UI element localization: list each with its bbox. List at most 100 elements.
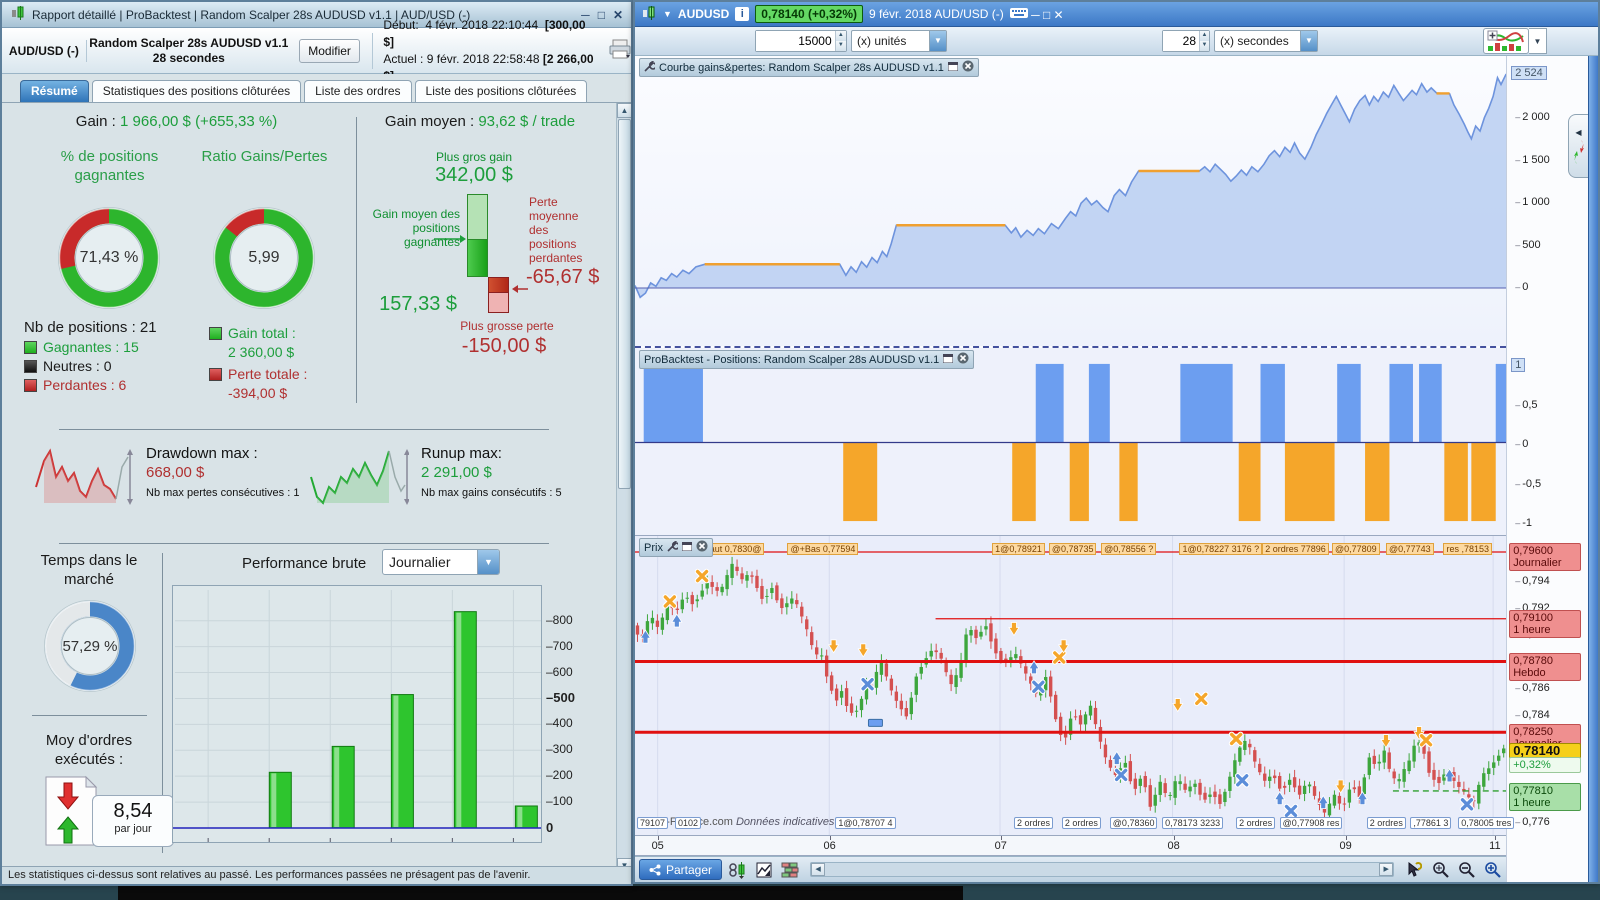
close-button[interactable]: ✕ bbox=[1054, 8, 1064, 22]
loss-total-swatch bbox=[209, 367, 222, 381]
price-level-label: 0,78780 Hebdo bbox=[1509, 652, 1582, 681]
scroll-up-icon[interactable]: ▲ bbox=[617, 103, 631, 118]
biggest-loss-value: -150,00 $ bbox=[461, 335, 547, 357]
avg-win-value: 157,33 $ bbox=[379, 293, 457, 315]
chart-style-icon[interactable] bbox=[754, 860, 774, 880]
sidebar-collapse-tab[interactable]: ◀ bbox=[1568, 114, 1588, 178]
units-select[interactable]: (x) unités ▼ bbox=[851, 30, 947, 53]
positions-panel-header[interactable]: ProBacktest - Positions: Random Scalper … bbox=[639, 350, 975, 369]
scroll-left-icon[interactable]: ◀ bbox=[811, 863, 826, 876]
chevron-down-icon[interactable]: ▼ bbox=[477, 550, 499, 574]
window-icon[interactable] bbox=[947, 61, 959, 74]
close-icon[interactable] bbox=[957, 352, 969, 367]
tab-resume[interactable]: Résumé bbox=[20, 80, 89, 102]
time-axis-label: 07 bbox=[994, 840, 1007, 852]
units-input-wrap[interactable]: ▲▼ bbox=[755, 30, 847, 53]
ratio-title: Ratio Gains/Pertes bbox=[201, 148, 328, 165]
positions-plot[interactable] bbox=[635, 348, 1507, 535]
zoom-out-icon[interactable] bbox=[1456, 860, 1476, 880]
tab-liste-positions[interactable]: Liste des positions clôturées bbox=[414, 80, 588, 102]
price-plot[interactable] bbox=[635, 536, 1507, 835]
avg-loss-value: -65,67 $ bbox=[526, 266, 600, 288]
price-panel[interactable]: Prix sJour : +Haut 0,7830@ @+Bas 0,77594 1… bbox=[635, 536, 1515, 836]
equity-panel-header[interactable]: Courbe gains&pertes: Random Scalper 28s … bbox=[639, 58, 979, 77]
wrench-icon[interactable] bbox=[644, 59, 657, 75]
chevron-left-icon: ◀ bbox=[1575, 127, 1582, 137]
close-button[interactable]: ✕ bbox=[613, 8, 623, 22]
keyboard-icon[interactable] bbox=[1009, 7, 1031, 22]
symbol-label: AUDUSD bbox=[677, 7, 730, 22]
zoom-fit-icon[interactable] bbox=[1430, 860, 1450, 880]
equity-panel[interactable]: Courbe gains&pertes: Random Scalper 28s … bbox=[634, 56, 1507, 348]
equity-plot[interactable] bbox=[634, 56, 1507, 346]
chart-main: Courbe gains&pertes: Random Scalper 28s … bbox=[634, 56, 1598, 882]
timeframe-select[interactable]: (x) secondes ▼ bbox=[1214, 30, 1318, 53]
equity-ytick: 2 000 bbox=[1515, 111, 1550, 123]
scroll-down-icon[interactable]: ▼ bbox=[617, 858, 631, 866]
window-icon[interactable] bbox=[942, 353, 954, 366]
perf-bar-chart[interactable] bbox=[172, 585, 542, 843]
chevron-down-icon[interactable]: ▼ bbox=[1300, 31, 1317, 52]
chevron-down-icon[interactable]: ▼ bbox=[929, 31, 946, 52]
add-indicator-icon[interactable] bbox=[1483, 28, 1529, 55]
price-ytick: 0,776 bbox=[1515, 816, 1550, 828]
bricks-icon[interactable] bbox=[780, 860, 800, 880]
timeframe-spinner[interactable]: ▲ ▼ bbox=[1199, 31, 1209, 52]
horizontal-scrollbar[interactable]: ◀ ▶ bbox=[810, 862, 1395, 877]
positions-ytick: -1 bbox=[1515, 517, 1532, 529]
price-level-label: +0,32% bbox=[1509, 757, 1582, 774]
share-button[interactable]: Partager bbox=[639, 859, 723, 880]
date-info: 9 févr. 2018 AUD/USD (-) bbox=[869, 7, 1004, 22]
timeframe-input[interactable] bbox=[1163, 31, 1199, 52]
time-axis: 05 06 07 08 09 11 bbox=[635, 836, 1507, 856]
runup-sparkline-icon bbox=[310, 449, 409, 505]
drawdown-value: 668,00 $ bbox=[146, 464, 205, 481]
minimize-button[interactable]: ─ bbox=[1031, 8, 1040, 22]
positions-panel[interactable]: ProBacktest - Positions: Random Scalper … bbox=[635, 348, 1507, 536]
close-icon[interactable] bbox=[962, 60, 974, 75]
zoom-in-icon[interactable] bbox=[1482, 860, 1502, 880]
window-icon[interactable] bbox=[681, 541, 693, 554]
positions-ytick: 0,5 bbox=[1515, 399, 1537, 411]
tab-liste-ordres[interactable]: Liste des ordres bbox=[304, 80, 412, 102]
price-ytick: 0,786 bbox=[1515, 682, 1550, 694]
close-icon[interactable] bbox=[696, 540, 708, 555]
modify-button[interactable]: Modifier bbox=[298, 38, 361, 63]
runup-label: Runup max: bbox=[421, 445, 502, 462]
report-scrollbar[interactable]: ▲ ▼ bbox=[616, 103, 631, 866]
price-ytick: 0,794 bbox=[1515, 575, 1550, 587]
strategy-label: Random Scalper 28s AUDUSD v1.1 28 second… bbox=[89, 35, 289, 65]
scrollbar-thumb[interactable] bbox=[618, 119, 631, 489]
vertical-scrollbar[interactable] bbox=[1588, 56, 1598, 882]
tab-statistiques[interactable]: Statistiques des positions clôturées bbox=[91, 80, 302, 102]
pointer-tools-icon[interactable] bbox=[1404, 860, 1424, 880]
price-panel-header[interactable]: Prix bbox=[639, 538, 713, 557]
time-axis-label: 05 bbox=[651, 840, 664, 852]
perf-ytick: –600 bbox=[546, 664, 573, 679]
units-spinner[interactable]: ▲ ▼ bbox=[834, 31, 846, 52]
link-candles-icon[interactable] bbox=[728, 860, 748, 880]
drawdown-sub: Nb max pertes consécutives : 1 bbox=[146, 487, 300, 499]
chart-titlebar[interactable]: ▼ AUDUSD i 0,78140 (+0,32%) 9 févr. 2018… bbox=[635, 2, 1598, 28]
maximize-button[interactable]: □ bbox=[1043, 8, 1050, 22]
price-axis-column[interactable]: 2 524 2 000 1 500 1 000 500 0 1 0,5 0 -0,5 -1 0,794… bbox=[1506, 56, 1589, 882]
indicator-button-group[interactable]: ▼ bbox=[1483, 28, 1547, 55]
scroll-right-icon[interactable]: ▶ bbox=[1379, 863, 1394, 876]
timeframe-input-wrap[interactable]: ▲▼ bbox=[1162, 30, 1210, 53]
symbol-dropdown-caret[interactable]: ▼ bbox=[663, 9, 672, 19]
info-icon[interactable]: i bbox=[735, 7, 750, 22]
avg-orders-box: 8,54 par jour bbox=[92, 795, 174, 847]
print-icon[interactable] bbox=[609, 39, 631, 62]
equity-ytick: 0 bbox=[1515, 281, 1528, 293]
perf-period-dropdown[interactable]: Journalier ▼ bbox=[382, 549, 500, 575]
positions-ytick: -0,5 bbox=[1515, 478, 1541, 490]
avg-loss-bar-light bbox=[488, 293, 509, 313]
neutral-swatch bbox=[24, 359, 37, 373]
chevron-down-icon[interactable]: ▼ bbox=[1529, 28, 1547, 55]
positions-ytick: 1 bbox=[1511, 358, 1526, 372]
time-in-market-donut: 57,29 % bbox=[42, 598, 138, 694]
units-input[interactable] bbox=[756, 31, 835, 52]
wrench-icon[interactable] bbox=[667, 539, 680, 555]
chart-toolbar: ▲▼ (x) unités ▼ ▲▼ (x) secondes ▼ ▼ bbox=[635, 27, 1598, 56]
drawdown-sparkline-icon bbox=[35, 448, 133, 505]
